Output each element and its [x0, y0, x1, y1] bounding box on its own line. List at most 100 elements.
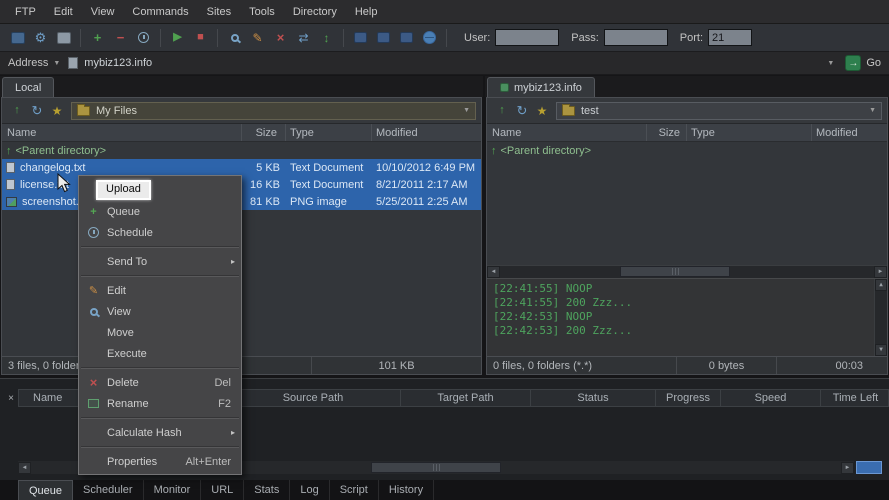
local-parent-dir-button[interactable]: ↑ [7, 101, 27, 121]
menu-bar: FTP Edit View Commands Sites Tools Direc… [0, 0, 889, 24]
column-name[interactable]: Name [2, 124, 242, 141]
context-menu-view[interactable]: View [79, 301, 241, 322]
queue-column-speed[interactable]: Speed [721, 390, 821, 406]
go-icon[interactable]: → [845, 55, 862, 71]
tab-remote-site[interactable]: mybiz123.info [487, 77, 595, 97]
chevron-down-icon[interactable]: ▼ [463, 107, 470, 114]
find-files-button[interactable] [373, 27, 394, 48]
scroll-up-icon[interactable]: ▲ [875, 279, 887, 291]
scroll-track[interactable] [500, 266, 874, 278]
find-button[interactable] [350, 27, 371, 48]
parent-directory-row[interactable]: ↑ <Parent directory> [487, 142, 887, 159]
queue-add-button[interactable]: + [87, 27, 108, 48]
menu-help[interactable]: Help [346, 2, 387, 22]
pass-input[interactable] [603, 29, 668, 46]
site-manager-button[interactable] [53, 27, 74, 48]
tab-local[interactable]: Local [2, 77, 55, 97]
scroll-left-icon[interactable]: ◄ [487, 266, 500, 278]
menu-separator [79, 414, 241, 422]
close-icon[interactable]: × [4, 391, 18, 405]
remote-path-combo[interactable]: test ▼ [556, 101, 882, 120]
context-menu-execute[interactable]: Execute [79, 343, 241, 364]
edit-button[interactable]: ✎ [247, 27, 268, 48]
folder-sync-button[interactable]: ↕ [316, 27, 337, 48]
menu-tools[interactable]: Tools [240, 2, 284, 22]
remote-refresh-button[interactable]: ↻ [512, 101, 532, 121]
tab-script[interactable]: Script [330, 480, 379, 500]
schedule-button[interactable] [133, 27, 154, 48]
context-menu-queue[interactable]: + Queue [79, 201, 241, 222]
scroll-left-icon[interactable]: ◄ [18, 461, 31, 474]
scroll-thumb[interactable] [620, 266, 730, 277]
menu-sites[interactable]: Sites [198, 2, 240, 22]
local-refresh-button[interactable]: ↻ [27, 101, 47, 121]
scroll-right-icon[interactable]: ► [874, 266, 887, 278]
parent-directory-row[interactable]: ↑ <Parent directory> [2, 142, 481, 159]
server-log[interactable]: [22:41:55] NOOP [22:41:55] 200 Zzz... [2… [487, 278, 887, 356]
address-input[interactable]: mybiz123.info [84, 57, 152, 69]
address-label[interactable]: Address ▼ [8, 57, 60, 69]
column-size[interactable]: Size [647, 124, 687, 141]
port-input[interactable] [708, 29, 753, 46]
chevron-down-icon[interactable]: ▼ [869, 107, 876, 114]
synchronize-button[interactable]: ⇄ [293, 27, 314, 48]
search-button[interactable] [224, 27, 245, 48]
menu-commands[interactable]: Commands [123, 2, 197, 22]
queue-column-progress[interactable]: Progress [656, 390, 721, 406]
tab-history[interactable]: History [379, 480, 435, 500]
tab-url[interactable]: URL [201, 480, 245, 500]
upload-highlight-box[interactable]: Upload [96, 179, 151, 200]
tab-monitor[interactable]: Monitor [144, 480, 202, 500]
settings-button[interactable]: ⚙ [30, 27, 51, 48]
site-page-icon [68, 57, 79, 69]
menu-directory[interactable]: Directory [284, 2, 346, 22]
menu-view[interactable]: View [82, 2, 124, 22]
column-size[interactable]: Size [242, 124, 286, 141]
scroll-thumb[interactable] [371, 461, 501, 473]
tab-scheduler[interactable]: Scheduler [73, 480, 144, 500]
queue-column-target[interactable]: Target Path [401, 390, 531, 406]
column-modified[interactable]: Modified [812, 124, 887, 141]
column-type[interactable]: Type [286, 124, 372, 141]
user-input[interactable] [495, 29, 560, 46]
tab-log[interactable]: Log [290, 480, 330, 500]
context-menu-delete[interactable]: × Delete Del [79, 372, 241, 393]
remote-file-list-empty-area[interactable] [487, 159, 887, 265]
start-transfer-button[interactable]: ▶ [167, 27, 188, 48]
web-browser-button[interactable] [419, 27, 440, 48]
context-menu-move[interactable]: Move [79, 322, 241, 343]
queue-column-source[interactable]: Source Path [226, 390, 401, 406]
remote-favorites-button[interactable]: ★ [532, 101, 552, 121]
column-type[interactable]: Type [687, 124, 812, 141]
address-combo-arrow-icon[interactable]: ▼ [827, 60, 834, 67]
context-menu-properties[interactable]: Properties Alt+Enter [79, 451, 241, 472]
file-row[interactable]: changelog.txt 5 KB Text Document 10/10/2… [2, 159, 481, 176]
context-menu-upload[interactable]: Upload [79, 178, 241, 201]
context-menu-schedule[interactable]: Schedule [79, 222, 241, 243]
queue-remove-button[interactable]: − [110, 27, 131, 48]
context-menu-send-to[interactable]: Send To ▸ [79, 251, 241, 272]
go-button[interactable]: Go [866, 57, 881, 69]
connect-button[interactable] [7, 27, 28, 48]
queue-column-status[interactable]: Status [531, 390, 656, 406]
menu-edit[interactable]: Edit [45, 2, 82, 22]
remote-horizontal-scrollbar[interactable]: ◄ ► [487, 265, 887, 278]
local-path-combo[interactable]: My Files ▼ [71, 101, 476, 120]
scroll-down-icon[interactable]: ▼ [875, 344, 887, 356]
context-menu-edit[interactable]: ✎ Edit [79, 280, 241, 301]
local-favorites-button[interactable]: ★ [47, 101, 67, 121]
context-menu-rename[interactable]: Rename F2 [79, 393, 241, 414]
remote-parent-dir-button[interactable]: ↑ [492, 101, 512, 121]
log-vertical-scrollbar[interactable]: ▲ ▼ [874, 279, 887, 356]
queue-column-timeleft[interactable]: Time Left [821, 390, 889, 406]
stop-transfer-button[interactable]: ■ [190, 27, 211, 48]
scroll-right-icon[interactable]: ► [841, 461, 854, 474]
tab-stats[interactable]: Stats [244, 480, 291, 500]
menu-ftp[interactable]: FTP [6, 2, 45, 22]
find-servers-button[interactable] [396, 27, 417, 48]
context-menu-calculate-hash[interactable]: Calculate Hash ▸ [79, 422, 241, 443]
tab-queue[interactable]: Queue [18, 480, 74, 500]
column-modified[interactable]: Modified [372, 124, 481, 141]
delete-button[interactable]: × [270, 27, 291, 48]
column-name[interactable]: Name [487, 124, 647, 141]
